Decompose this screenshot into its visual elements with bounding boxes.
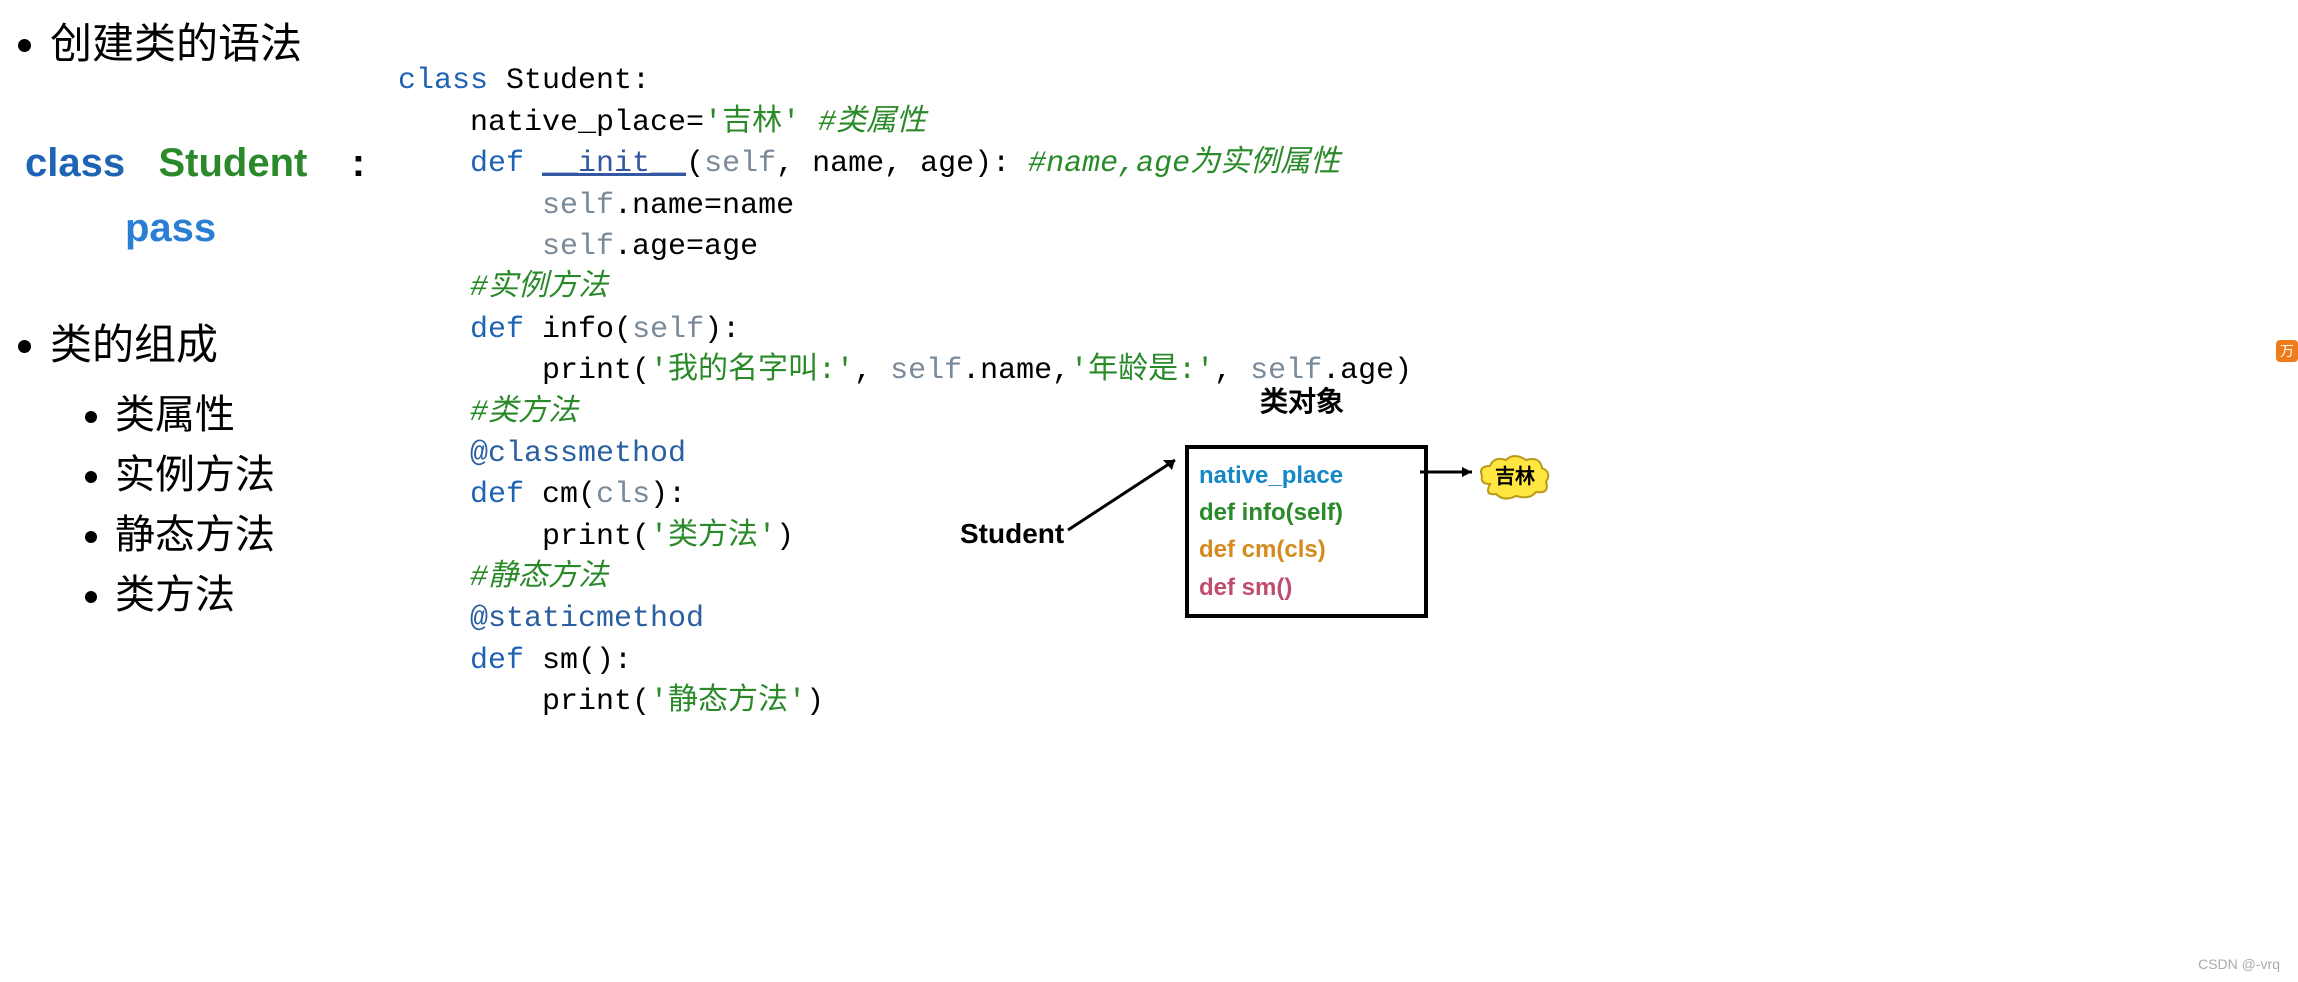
box-def-cm: def cm(cls) bbox=[1199, 531, 1414, 568]
colon: : bbox=[352, 141, 365, 185]
code-text: Student: bbox=[488, 64, 650, 98]
box-def-sm: def sm() bbox=[1199, 569, 1414, 606]
code-kw: def bbox=[398, 313, 542, 347]
code-kw: def bbox=[398, 644, 542, 678]
code-comment: #实例方法 bbox=[398, 271, 608, 305]
code-fn: sm bbox=[542, 644, 578, 678]
code-text: ) bbox=[806, 685, 824, 719]
code-text: ): bbox=[704, 313, 740, 347]
box-native-place: native_place bbox=[1199, 457, 1414, 494]
code-fn: info bbox=[542, 313, 614, 347]
code-string: '静态方法' bbox=[650, 685, 806, 719]
sub-item-static-method: 静态方法 bbox=[115, 502, 400, 560]
code-kw: def bbox=[398, 478, 542, 512]
class-name-student: Student bbox=[158, 141, 307, 185]
diagram-title: 类对象 bbox=[1260, 380, 1344, 420]
code-string: '我的名字叫:' bbox=[650, 354, 854, 388]
code-text: , bbox=[854, 354, 890, 388]
arrow-box-to-cloud bbox=[1420, 462, 1484, 482]
code-text: print( bbox=[398, 685, 650, 719]
code-text: print( bbox=[398, 520, 650, 554]
left-column: 创建类的语法 class Student : pass 类的组成 类属性 实例方… bbox=[0, 10, 400, 636]
code-decorator: @classmethod bbox=[398, 437, 686, 471]
keyword-class: class bbox=[25, 141, 125, 185]
arrow-student-to-box bbox=[1060, 450, 1190, 540]
code-text: ( bbox=[686, 147, 704, 181]
code-text: .age=age bbox=[614, 230, 758, 264]
code-text: ): bbox=[650, 478, 686, 512]
code-text: ( bbox=[614, 313, 632, 347]
heading-class-composition: 类的组成 bbox=[50, 311, 400, 372]
keyword-pass: pass bbox=[125, 206, 400, 251]
code-self: self bbox=[542, 230, 614, 264]
code-kw: def bbox=[398, 147, 542, 181]
heading-create-class: 创建类的语法 bbox=[50, 10, 400, 71]
box-def-info: def info(self) bbox=[1199, 494, 1414, 531]
code-text: , name, age): bbox=[776, 147, 1028, 181]
class-object-diagram: 类对象 Student native_place def info(self) … bbox=[960, 380, 1580, 660]
code-text: (): bbox=[578, 644, 632, 678]
code-comment: #静态方法 bbox=[398, 561, 608, 595]
code-comment: #name,age为实例属性 bbox=[1028, 147, 1340, 181]
sub-item-class-method: 类方法 bbox=[115, 562, 400, 620]
code-text: ) bbox=[776, 520, 794, 554]
code-text: print( bbox=[398, 354, 650, 388]
code-decorator: @staticmethod bbox=[398, 602, 704, 636]
code-dunder: __init__ bbox=[542, 147, 686, 181]
diagram-label-student: Student bbox=[960, 518, 1064, 550]
code-text bbox=[398, 189, 542, 223]
watermark: CSDN @-vrq bbox=[2198, 956, 2280, 972]
code-comment: #类属性 bbox=[800, 106, 926, 140]
sub-item-class-attr: 类属性 bbox=[115, 382, 400, 440]
code-text: .name=name bbox=[614, 189, 794, 223]
code-comment: #类方法 bbox=[398, 396, 578, 430]
code-kw: class bbox=[398, 64, 488, 98]
class-syntax-snippet: class Student : pass bbox=[25, 141, 400, 251]
side-app-icon[interactable]: 万 bbox=[2276, 340, 2298, 362]
class-members-box: native_place def info(self) def cm(cls) … bbox=[1185, 445, 1428, 618]
code-param: cls bbox=[596, 478, 650, 512]
code-self: self bbox=[542, 189, 614, 223]
slide: 创建类的语法 class Student : pass 类的组成 类属性 实例方… bbox=[0, 0, 2298, 982]
code-self: self bbox=[890, 354, 962, 388]
sub-item-instance-method: 实例方法 bbox=[115, 442, 400, 500]
code-param: self bbox=[704, 147, 776, 181]
code-string: '吉林' bbox=[704, 106, 800, 140]
cloud-jilin: 吉林 bbox=[1478, 454, 1552, 500]
code-string: '类方法' bbox=[650, 520, 776, 554]
cloud-text: 吉林 bbox=[1478, 454, 1552, 500]
code-text: ( bbox=[578, 478, 596, 512]
code-text: native_place= bbox=[398, 106, 704, 140]
code-text bbox=[398, 230, 542, 264]
code-fn: cm bbox=[542, 478, 578, 512]
code-param: self bbox=[632, 313, 704, 347]
